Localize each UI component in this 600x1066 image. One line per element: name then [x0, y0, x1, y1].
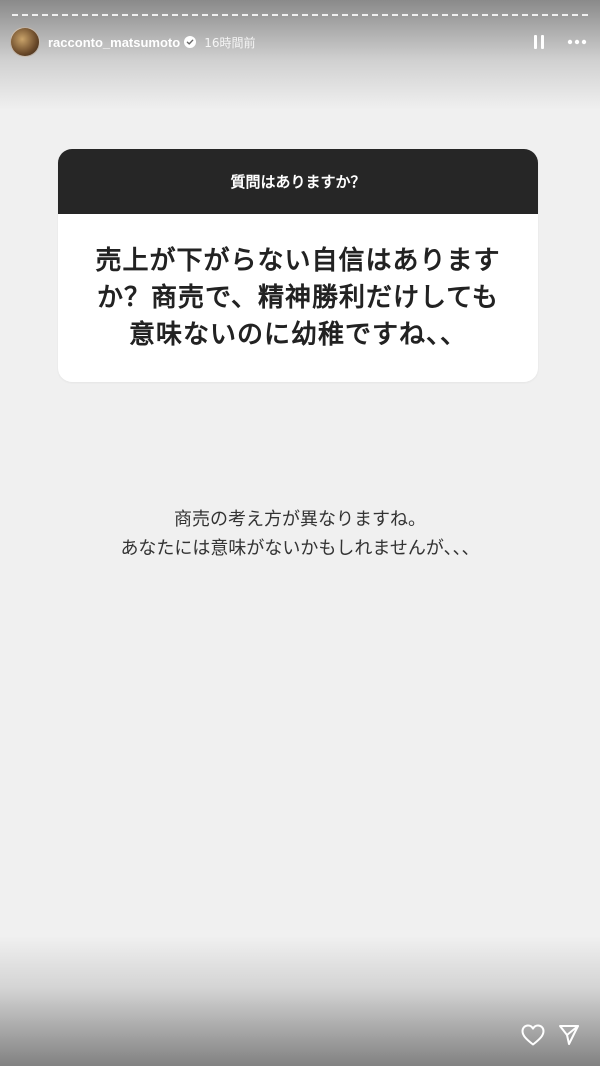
- more-options-button[interactable]: [564, 31, 590, 53]
- bottom-gradient-overlay: [0, 936, 600, 1066]
- story-progress-bar: [12, 14, 588, 18]
- answer-text: 商売の考え方が異なりますね。 あなたには意味がないかもしれませんが、、、: [40, 505, 560, 563]
- paper-plane-icon: [559, 1025, 579, 1045]
- verified-badge-icon: [184, 36, 197, 48]
- story-header: racconto_matsumoto 16時間前: [10, 27, 590, 57]
- question-sticker-body: 売上が下がらない自信はありますか？商売で、精神勝利だけしても意味ないのに幼稚です…: [58, 214, 538, 382]
- answer-line: 商売の考え方が異なりますね。: [174, 509, 426, 530]
- more-horizontal-icon: [567, 39, 587, 45]
- like-button[interactable]: [520, 1022, 546, 1048]
- share-button[interactable]: [556, 1022, 582, 1048]
- post-time: 16時間前: [204, 35, 256, 50]
- heart-icon: [521, 1024, 545, 1046]
- question-sticker-header: 質問はありますか？: [58, 149, 538, 214]
- pause-icon: [534, 35, 544, 49]
- story-footer-actions: [520, 1022, 582, 1048]
- username[interactable]: racconto_matsumoto: [48, 35, 180, 50]
- pause-button[interactable]: [528, 31, 550, 53]
- question-text: 売上が下がらない自信はありますか？商売で、精神勝利だけしても意味ないのに幼稚です…: [95, 245, 501, 350]
- answer-line: あなたには意味がないかもしれませんが、、、: [120, 538, 480, 559]
- avatar[interactable]: [10, 27, 40, 57]
- question-sticker: 質問はありますか？ 売上が下がらない自信はありますか？商売で、精神勝利だけしても…: [58, 149, 538, 382]
